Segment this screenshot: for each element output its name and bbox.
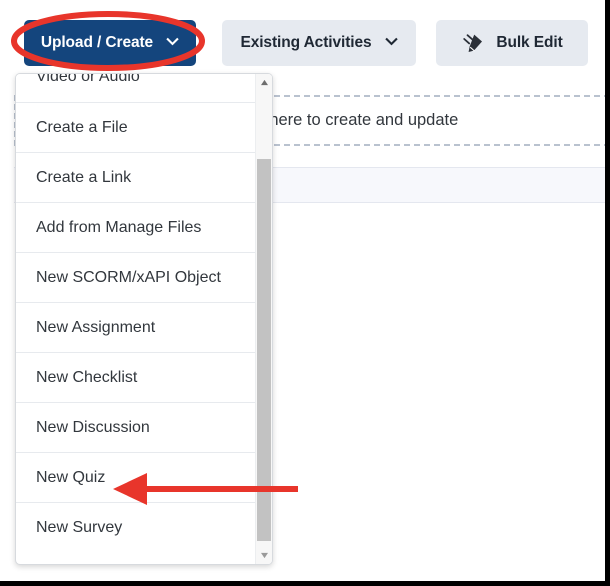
dropdown-item[interactable]: New Checklist: [16, 352, 272, 402]
dropdown-item[interactable]: Add from Manage Files: [16, 202, 272, 252]
dropdown-item-label: Create a Link: [36, 168, 132, 186]
dropdown-item[interactable]: New Survey: [16, 502, 272, 552]
dropdown-item-label: Create a File: [36, 118, 128, 136]
bulk-edit-button[interactable]: Bulk Edit: [436, 20, 588, 66]
existing-activities-button[interactable]: Existing Activities: [222, 20, 416, 66]
dropdown-item[interactable]: Create a Link: [16, 152, 272, 202]
dropdown-item-label: New Discussion: [36, 418, 150, 436]
dropdown-item[interactable]: New Assignment: [16, 302, 272, 352]
dropdown-item-label: New SCORM/xAPI Object: [36, 268, 221, 286]
pencil-icon: [461, 31, 487, 55]
upload-create-label: Upload / Create: [40, 34, 154, 51]
dropdown-item-label: New Assignment: [36, 318, 156, 336]
dropdown-item[interactable]: Create a File: [16, 102, 272, 152]
content-toolbar: Upload / Create Existing Activities Bulk…: [0, 0, 605, 76]
dropdown-item-label: Add from Manage Files: [36, 218, 202, 236]
dropdown-item[interactable]: New Quiz: [16, 452, 272, 502]
page-canvas: Upload / Create Existing Activities Bulk…: [0, 0, 605, 581]
upload-create-dropdown-menu[interactable]: Video or Audio Create a File Create a Link…: [15, 73, 273, 565]
upload-create-button[interactable]: Upload / Create: [24, 20, 196, 66]
dropdown-scroll-viewport: Video or Audio Create a File Create a Link…: [16, 74, 272, 564]
chevron-down-icon: [384, 35, 398, 48]
scrollbar-thumb[interactable]: [257, 159, 271, 541]
dropdown-item-label: New Checklist: [36, 368, 138, 386]
chevron-down-icon: [166, 35, 179, 48]
dropdown-item-list: Video or Audio Create a File Create a Link…: [16, 74, 272, 552]
caret-up-icon[interactable]: [256, 74, 272, 91]
dropdown-item-label: New Quiz: [36, 468, 106, 486]
screenshot-frame: Upload / Create Existing Activities Bulk…: [0, 0, 610, 586]
bulk-edit-label: Bulk Edit: [496, 34, 563, 51]
existing-activities-label: Existing Activities: [240, 34, 372, 51]
dropdown-item[interactable]: New SCORM/xAPI Object: [16, 252, 272, 302]
dropdown-item-label: Video or Audio: [36, 74, 140, 85]
dropdown-item[interactable]: Video or Audio: [16, 74, 272, 102]
dropdown-scrollbar[interactable]: [255, 74, 272, 564]
dropdown-item-label: New Survey: [36, 518, 123, 536]
caret-down-icon[interactable]: [256, 547, 272, 564]
dropdown-item[interactable]: New Discussion: [16, 402, 272, 452]
